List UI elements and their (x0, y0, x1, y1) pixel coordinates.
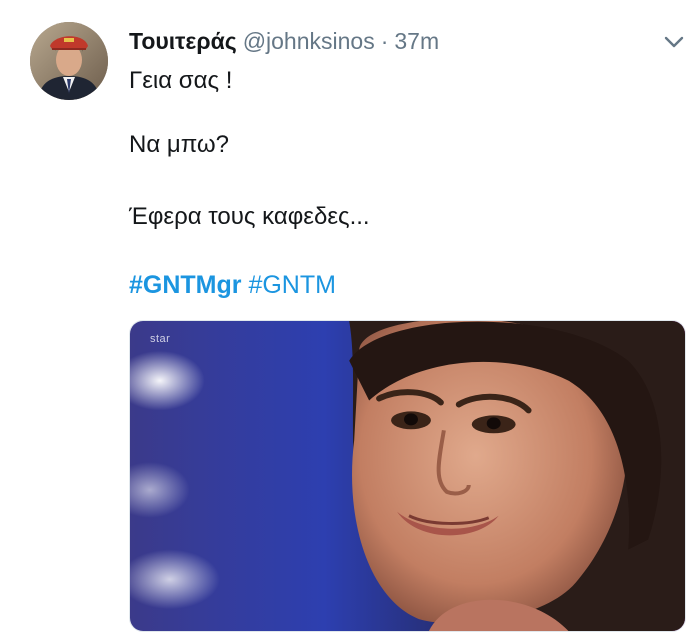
media-photo (130, 321, 685, 631)
tweet-line: Να μπω? (129, 131, 230, 158)
tweet-menu-button[interactable] (660, 30, 688, 54)
tweet-line: Έφερα τους καφεδες... (129, 203, 370, 230)
avatar[interactable] (30, 22, 108, 100)
hashtag-link[interactable]: #GNTMgr (129, 271, 242, 299)
user-handle[interactable]: @johnksinos (243, 28, 375, 54)
separator-dot: · (380, 28, 389, 54)
chevron-down-icon (664, 36, 684, 48)
avatar-image (30, 22, 108, 100)
tweet-card[interactable]: Τουιτεράς @johnksinos · 37m Γεια σας ! Να μ… (0, 0, 700, 639)
tweet-header: Τουιτεράς @johnksinos · 37m (129, 26, 439, 56)
timestamp[interactable]: 37m (394, 28, 439, 54)
tweet-line: Γεια σας ! (129, 67, 233, 94)
hashtag-row: #GNTMgr #GNTM (129, 270, 336, 300)
hashtag-link[interactable]: #GNTM (248, 271, 336, 299)
media-watermark: star (150, 333, 171, 345)
tweet-media-image[interactable]: star (129, 320, 686, 632)
display-name[interactable]: Τουιτεράς (129, 28, 237, 54)
